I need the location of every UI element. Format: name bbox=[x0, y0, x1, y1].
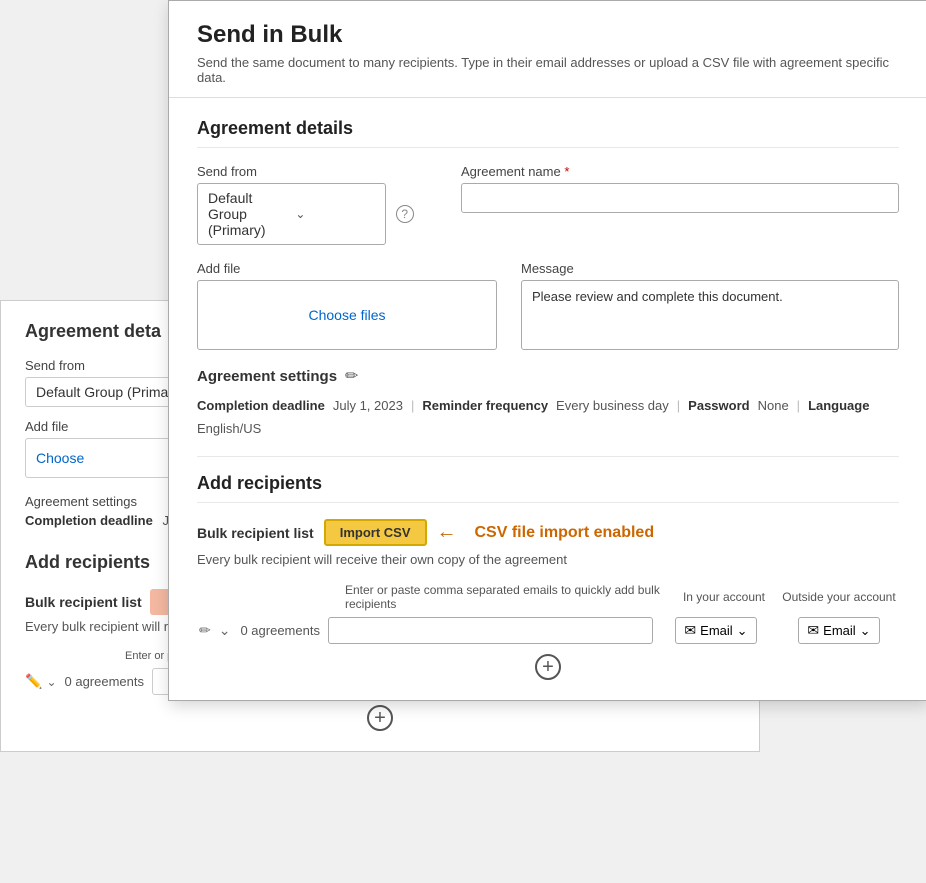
bg-edit-icon: ✏️ bbox=[25, 673, 42, 690]
bg-bulk-label: Bulk recipient list bbox=[25, 594, 142, 610]
envelope-icon-in: ✉ bbox=[684, 622, 696, 639]
chevron-down-icon: ⌄ bbox=[295, 207, 374, 221]
modal-header: Send in Bulk Send the same document to m… bbox=[169, 1, 926, 98]
send-from-control: Default Group (Primary) ⌄ ? bbox=[197, 183, 437, 245]
choose-files-link[interactable]: Choose files bbox=[308, 307, 385, 323]
add-file-group: Add file Choose files bbox=[197, 261, 497, 350]
required-marker: * bbox=[564, 164, 569, 179]
send-from-group: Send from Default Group (Primary) ⌄ ? bbox=[197, 164, 437, 245]
send-from-value: Default Group (Primary) bbox=[208, 190, 287, 238]
send-from-label: Send from bbox=[197, 164, 437, 179]
bg-add-recipient-button[interactable]: + bbox=[367, 705, 393, 731]
envelope-icon-out: ✉ bbox=[807, 622, 819, 639]
email-entry-input[interactable] bbox=[328, 617, 653, 644]
reminder-frequency-label: Reminder frequency bbox=[422, 398, 548, 413]
chevron-in-icon: ⌄ bbox=[737, 623, 748, 639]
password-label: Password bbox=[688, 398, 749, 413]
agreement-name-group: Agreement name * bbox=[461, 164, 899, 245]
agreements-count: 0 agreements bbox=[240, 623, 320, 638]
completion-deadline-value: July 1, 2023 bbox=[333, 398, 403, 413]
language-value: English/US bbox=[197, 421, 261, 436]
import-csv-button[interactable]: Import CSV bbox=[324, 519, 427, 546]
help-icon[interactable]: ? bbox=[396, 205, 414, 223]
bulk-recipient-row: Bulk recipient list Import CSV ← CSV fil… bbox=[197, 519, 899, 546]
bg-choose-text: Choose bbox=[36, 450, 84, 466]
file-upload-area[interactable]: Choose files bbox=[197, 280, 497, 350]
divider2: | bbox=[677, 398, 680, 413]
agreement-name-input[interactable] bbox=[461, 183, 899, 213]
in-account-email-label: Email bbox=[700, 623, 733, 638]
send-from-agreement-row: Send from Default Group (Primary) ⌄ ? Ag… bbox=[197, 164, 899, 245]
settings-detail-row: Completion deadline July 1, 2023 | Remin… bbox=[197, 398, 899, 436]
reminder-frequency-value: Every business day bbox=[556, 398, 669, 413]
agreement-settings-label: Agreement settings bbox=[197, 368, 337, 385]
modal-title: Send in Bulk bbox=[197, 21, 899, 49]
divider3: | bbox=[797, 398, 800, 413]
modal-subtitle: Send the same document to many recipient… bbox=[197, 55, 899, 85]
outside-account-col: ✉ Email ⌄ bbox=[779, 617, 899, 644]
add-recipients-section: Add recipients Bulk recipient list Impor… bbox=[197, 456, 899, 680]
email-col-header: Enter or paste comma separated emails to… bbox=[345, 583, 669, 611]
agreement-settings-row: Agreement settings ✏ bbox=[197, 366, 899, 386]
bg-add-btn-container: + bbox=[25, 705, 735, 731]
col-headers: Enter or paste comma separated emails to… bbox=[197, 583, 899, 611]
send-in-bulk-modal: Send in Bulk Send the same document to m… bbox=[168, 0, 926, 701]
add-btn-container: + bbox=[197, 654, 899, 680]
outside-account-email-label: Email bbox=[823, 623, 856, 638]
agreement-name-label: Agreement name * bbox=[461, 164, 899, 179]
message-group: Message Please review and complete this … bbox=[521, 261, 899, 350]
bulk-recipient-label: Bulk recipient list bbox=[197, 525, 314, 541]
divider1: | bbox=[411, 398, 414, 413]
collapse-recipient-button[interactable]: ⌄ bbox=[217, 620, 233, 641]
in-account-col: ✉ Email ⌄ bbox=[661, 617, 771, 644]
outside-account-dropdown[interactable]: ✉ Email ⌄ bbox=[798, 617, 879, 644]
bg-recipient-icons: ✏️ ⌄ bbox=[25, 673, 57, 690]
send-from-select[interactable]: Default Group (Primary) ⌄ bbox=[197, 183, 386, 245]
edit-recipient-button[interactable]: ✏ bbox=[197, 620, 213, 641]
message-textarea[interactable]: Please review and complete this document… bbox=[521, 280, 899, 350]
outside-account-header: Outside your account bbox=[779, 590, 899, 604]
add-file-label: Add file bbox=[197, 261, 497, 276]
agreement-name-label-text: Agreement name bbox=[461, 164, 561, 179]
chevron-out-icon: ⌄ bbox=[860, 623, 871, 639]
add-recipient-button[interactable]: + bbox=[535, 654, 561, 680]
add-file-message-row: Add file Choose files Message Please rev… bbox=[197, 261, 899, 350]
bg-chevron-icon: ⌄ bbox=[46, 675, 56, 689]
language-label: Language bbox=[808, 398, 869, 413]
add-recipients-heading: Add recipients bbox=[197, 473, 899, 503]
edit-pencil-icon[interactable]: ✏ bbox=[345, 366, 358, 386]
in-account-dropdown[interactable]: ✉ Email ⌄ bbox=[675, 617, 756, 644]
recipients-entry-row: ✏ ⌄ 0 agreements ✉ Email ⌄ ✉ Email bbox=[197, 617, 899, 644]
arrow-right-icon: ← bbox=[437, 521, 457, 544]
modal-body: Agreement details Send from Default Grou… bbox=[169, 98, 926, 700]
recipient-icons: ✏ ⌄ bbox=[197, 620, 232, 641]
bg-agreements-count: 0 agreements bbox=[65, 674, 145, 689]
agreement-details-heading: Agreement details bbox=[197, 118, 899, 148]
csv-enabled-label: CSV file import enabled bbox=[475, 524, 655, 542]
in-account-header: In your account bbox=[669, 590, 779, 604]
message-label: Message bbox=[521, 261, 899, 276]
password-value: None bbox=[758, 398, 789, 413]
every-bulk-text: Every bulk recipient will receive their … bbox=[197, 552, 899, 567]
completion-deadline-label: Completion deadline bbox=[197, 398, 325, 413]
